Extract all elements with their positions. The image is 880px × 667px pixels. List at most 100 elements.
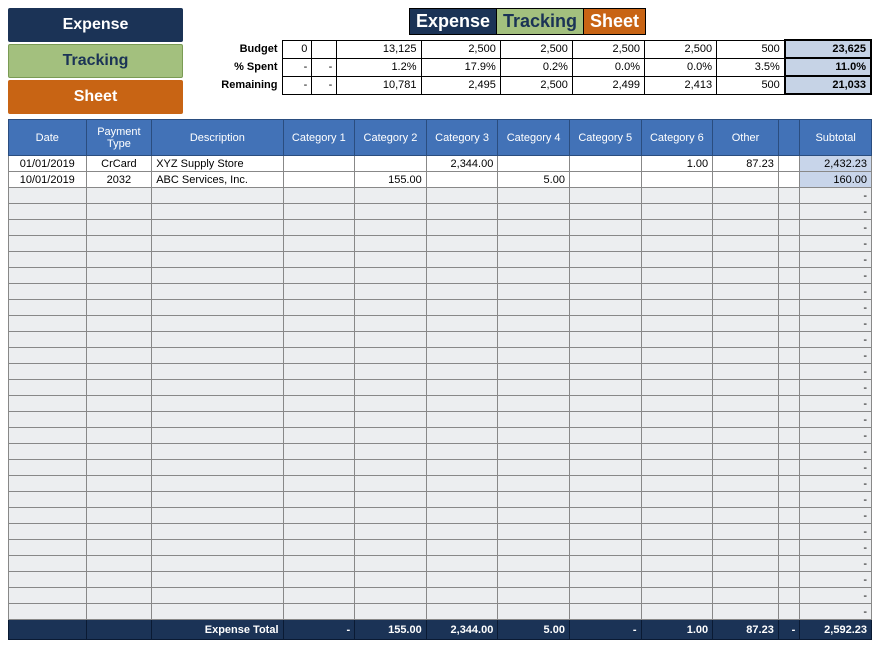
cell-category-1[interactable] [283, 316, 355, 332]
cell-description[interactable] [152, 364, 283, 380]
cell-description[interactable]: ABC Services, Inc. [152, 172, 283, 188]
cell-category-4[interactable] [498, 204, 570, 220]
cell-date[interactable] [9, 428, 87, 444]
cell-category-2[interactable] [355, 508, 427, 524]
cell-category-2[interactable]: 155.00 [355, 172, 427, 188]
cell-category-1[interactable] [283, 380, 355, 396]
cell-category-5[interactable] [569, 412, 641, 428]
cell-description[interactable] [152, 540, 283, 556]
cell-category-5[interactable] [569, 316, 641, 332]
cell-category-1[interactable] [283, 284, 355, 300]
cell-payment-type[interactable] [86, 396, 152, 412]
cell-category-1[interactable] [283, 268, 355, 284]
cell-category-4[interactable] [498, 396, 570, 412]
cell-payment-type[interactable] [86, 444, 152, 460]
cell-payment-type[interactable] [86, 220, 152, 236]
cell-other[interactable] [713, 428, 779, 444]
cell-payment-type[interactable] [86, 588, 152, 604]
cell-category-4[interactable] [498, 348, 570, 364]
cell-category-5[interactable] [569, 236, 641, 252]
cell-category-6[interactable] [641, 412, 713, 428]
cell-date[interactable] [9, 412, 87, 428]
cell-category-2[interactable] [355, 524, 427, 540]
cell-category-5[interactable] [569, 284, 641, 300]
cell-category-2[interactable] [355, 332, 427, 348]
cell-category-6[interactable] [641, 172, 713, 188]
cell-category-2[interactable] [355, 492, 427, 508]
cell-category-6[interactable] [641, 300, 713, 316]
cell-payment-type[interactable] [86, 540, 152, 556]
cell-category-3[interactable] [426, 204, 498, 220]
cell-description[interactable] [152, 236, 283, 252]
cell-other[interactable] [713, 412, 779, 428]
cell-description[interactable] [152, 460, 283, 476]
cell-category-2[interactable] [355, 540, 427, 556]
cell-category-3[interactable] [426, 236, 498, 252]
cell-category-5[interactable] [569, 156, 641, 172]
cell-category-4[interactable] [498, 524, 570, 540]
cell-description[interactable] [152, 300, 283, 316]
cell-category-4[interactable] [498, 300, 570, 316]
cell-other[interactable] [713, 508, 779, 524]
cell-category-6[interactable] [641, 188, 713, 204]
cell-category-6[interactable] [641, 348, 713, 364]
cell-category-2[interactable] [355, 284, 427, 300]
cell-category-4[interactable] [498, 220, 570, 236]
cell-category-5[interactable] [569, 188, 641, 204]
cell-category-4[interactable] [498, 412, 570, 428]
cell-category-3[interactable] [426, 492, 498, 508]
cell-other[interactable]: 87.23 [713, 156, 779, 172]
cell-category-2[interactable] [355, 188, 427, 204]
cell-category-1[interactable] [283, 428, 355, 444]
cell-date[interactable] [9, 236, 87, 252]
cell-category-2[interactable] [355, 156, 427, 172]
cell-category-2[interactable] [355, 604, 427, 620]
cell-category-1[interactable] [283, 364, 355, 380]
cell-category-3[interactable] [426, 428, 498, 444]
cell-category-1[interactable] [283, 220, 355, 236]
cell-category-6[interactable] [641, 540, 713, 556]
cell-description[interactable] [152, 412, 283, 428]
cell-category-4[interactable] [498, 332, 570, 348]
cell-date[interactable] [9, 188, 87, 204]
cell-category-4[interactable] [498, 460, 570, 476]
cell-description[interactable] [152, 556, 283, 572]
cell-date[interactable] [9, 220, 87, 236]
cell-category-2[interactable] [355, 220, 427, 236]
cell-category-1[interactable] [283, 460, 355, 476]
cell-other[interactable] [713, 188, 779, 204]
cell-description[interactable] [152, 348, 283, 364]
cell-other[interactable] [713, 268, 779, 284]
cell-category-4[interactable] [498, 588, 570, 604]
cell-other[interactable] [713, 604, 779, 620]
cell-category-5[interactable] [569, 524, 641, 540]
cell-category-6[interactable] [641, 252, 713, 268]
cell-category-4[interactable] [498, 604, 570, 620]
cell-category-4[interactable] [498, 556, 570, 572]
cell-other[interactable] [713, 572, 779, 588]
cell-category-6[interactable] [641, 444, 713, 460]
cell-category-3[interactable]: 2,344.00 [426, 156, 498, 172]
cell-category-3[interactable] [426, 252, 498, 268]
cell-category-5[interactable] [569, 396, 641, 412]
cell-category-1[interactable] [283, 588, 355, 604]
cell-payment-type[interactable] [86, 268, 152, 284]
cell-other[interactable] [713, 316, 779, 332]
cell-category-3[interactable] [426, 364, 498, 380]
cell-category-5[interactable] [569, 588, 641, 604]
cell-category-2[interactable] [355, 252, 427, 268]
cell-description[interactable] [152, 284, 283, 300]
cell-payment-type[interactable]: 2032 [86, 172, 152, 188]
cell-category-1[interactable] [283, 204, 355, 220]
cell-description[interactable] [152, 428, 283, 444]
cell-payment-type[interactable] [86, 300, 152, 316]
cell-category-3[interactable] [426, 316, 498, 332]
cell-payment-type[interactable] [86, 364, 152, 380]
cell-category-4[interactable]: 5.00 [498, 172, 570, 188]
cell-date[interactable] [9, 204, 87, 220]
cell-category-5[interactable] [569, 364, 641, 380]
cell-category-5[interactable] [569, 204, 641, 220]
cell-category-3[interactable] [426, 348, 498, 364]
cell-category-3[interactable] [426, 172, 498, 188]
cell-category-6[interactable] [641, 204, 713, 220]
